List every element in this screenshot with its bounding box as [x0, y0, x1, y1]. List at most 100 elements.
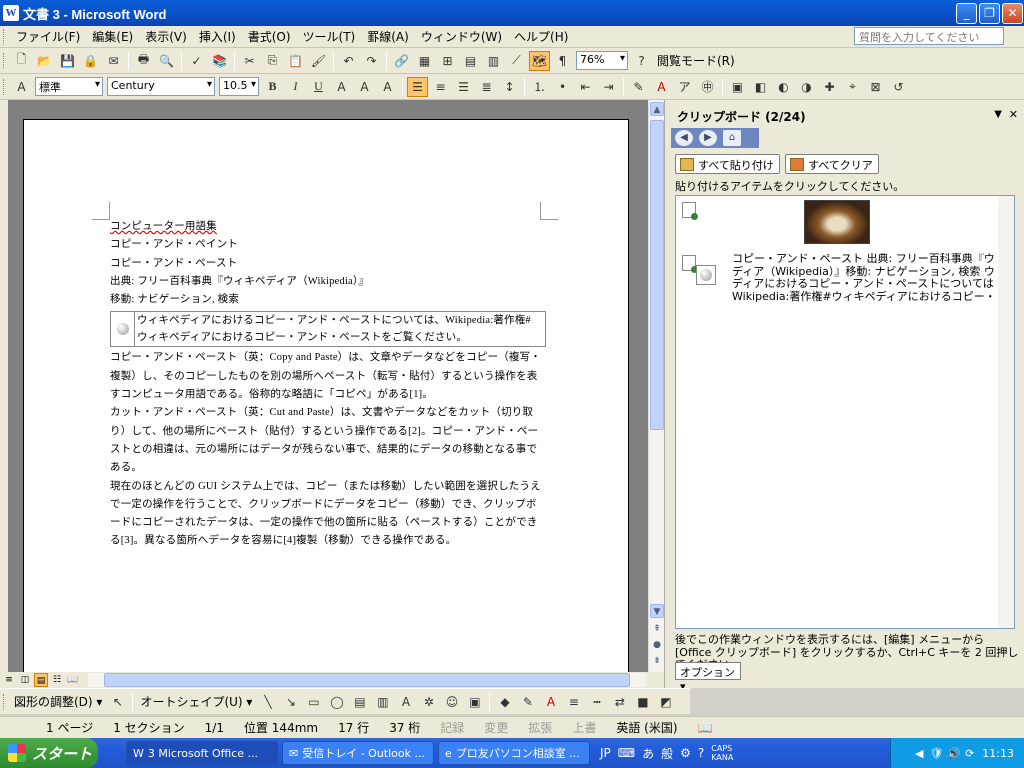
- open-icon[interactable]: 📂: [34, 51, 55, 71]
- phonetic-guide-icon[interactable]: ア: [674, 77, 695, 97]
- reading-mode-button[interactable]: 閲覧モード(R): [653, 52, 739, 69]
- task-word[interactable]: W3 Microsoft Office ...: [126, 741, 278, 765]
- decrease-indent-icon[interactable]: ⇤: [575, 77, 596, 97]
- 3d-icon[interactable]: ◩: [655, 692, 676, 712]
- reading-view-icon[interactable]: 📖: [66, 673, 80, 687]
- paste-all-button[interactable]: すべて貼り付け: [675, 154, 780, 174]
- menu-file[interactable]: ファイル(F): [10, 26, 86, 47]
- shadow-icon[interactable]: ■: [632, 692, 653, 712]
- scroll-thumb[interactable]: [650, 120, 664, 430]
- format-painter-icon[interactable]: 🖌: [308, 51, 329, 71]
- normal-view-icon[interactable]: ≡: [2, 673, 16, 687]
- line-spacing-icon[interactable]: ↕: [499, 77, 520, 97]
- char-shading-icon[interactable]: A: [354, 77, 375, 97]
- dash-style-icon[interactable]: ┅: [586, 692, 607, 712]
- font-color-icon[interactable]: A: [651, 77, 672, 97]
- task-browser[interactable]: e プロ友パソコン相談室 ...: [438, 741, 590, 765]
- minimize-button[interactable]: _: [956, 3, 977, 24]
- toolbar-grip[interactable]: [3, 52, 6, 69]
- task-outlook[interactable]: ✉ 受信トレイ - Outlook ...: [282, 741, 434, 765]
- style-select[interactable]: 標準: [35, 77, 103, 96]
- status-language[interactable]: 英語 (米国): [606, 719, 687, 736]
- char-border-icon[interactable]: A: [331, 77, 352, 97]
- toolbar-grip[interactable]: [3, 693, 6, 710]
- outline-view-icon[interactable]: ☷: [50, 673, 64, 687]
- draw-font-color-icon[interactable]: A: [540, 692, 561, 712]
- keyboard-icon[interactable]: ⌨: [618, 746, 635, 760]
- status-trk[interactable]: 変更: [474, 719, 518, 736]
- toolbar-grip[interactable]: [3, 78, 6, 95]
- line-color-icon[interactable]: ✎: [517, 692, 538, 712]
- italic-icon[interactable]: I: [285, 77, 306, 97]
- bullets-icon[interactable]: •: [552, 77, 573, 97]
- menu-table[interactable]: 罫線(A): [361, 26, 415, 47]
- pane-close-icon[interactable]: ✕: [1009, 108, 1018, 121]
- ime-conversion[interactable]: 般: [661, 745, 673, 762]
- web-layout-icon[interactable]: ◫: [18, 673, 32, 687]
- previous-page-icon[interactable]: ⇞: [650, 622, 664, 636]
- copy-icon[interactable]: ⎘: [262, 51, 283, 71]
- oval-icon[interactable]: ◯: [326, 692, 347, 712]
- wrap-icon[interactable]: ⊠: [865, 77, 886, 97]
- select-objects-icon[interactable]: ↖: [107, 692, 128, 712]
- ime-mode[interactable]: あ: [642, 745, 654, 762]
- menu-grip[interactable]: [3, 28, 6, 45]
- zoom-select[interactable]: 76%: [576, 51, 628, 70]
- tray-volume-icon[interactable]: 🔊: [947, 747, 961, 760]
- horizontal-scrollbar[interactable]: [88, 673, 646, 687]
- numbering-icon[interactable]: ⒈: [529, 77, 550, 97]
- menu-format[interactable]: 書式(O): [242, 26, 297, 47]
- increase-indent-icon[interactable]: ⇥: [598, 77, 619, 97]
- insert-table-icon[interactable]: ⊞: [437, 51, 458, 71]
- char-scaling-icon[interactable]: A: [377, 77, 398, 97]
- bold-icon[interactable]: B: [262, 77, 283, 97]
- align-left-icon[interactable]: ☰: [407, 76, 428, 97]
- enclose-char-icon[interactable]: ㊥: [697, 77, 718, 97]
- draw-adjust-menu[interactable]: 図形の調整(D) ▾: [10, 693, 106, 710]
- tray-update-icon[interactable]: ⟳: [965, 747, 974, 760]
- vertical-textbox-icon[interactable]: ▥: [372, 692, 393, 712]
- clear-all-button[interactable]: すべてクリア: [785, 154, 879, 174]
- reset-icon[interactable]: ↺: [888, 77, 909, 97]
- tray-expand-icon[interactable]: ◀: [915, 747, 923, 760]
- picture-icon[interactable]: ▣: [727, 77, 748, 97]
- menu-help[interactable]: ヘルプ(H): [508, 26, 574, 47]
- wordart-icon[interactable]: A: [395, 692, 416, 712]
- diagram-icon[interactable]: ✲: [418, 692, 439, 712]
- crop-icon[interactable]: ✚: [819, 77, 840, 97]
- undo-icon[interactable]: ↶: [338, 51, 359, 71]
- spelling-icon[interactable]: ✓: [186, 51, 207, 71]
- clipboard-item-image[interactable]: [676, 196, 998, 250]
- hscroll-thumb[interactable]: [104, 673, 630, 687]
- document-map-icon[interactable]: 🗺: [529, 50, 550, 71]
- clock[interactable]: 11:13: [982, 747, 1014, 760]
- underline-icon[interactable]: U: [308, 77, 329, 97]
- rectangle-icon[interactable]: ▭: [303, 692, 324, 712]
- pane-menu-icon[interactable]: ▼: [994, 109, 1002, 120]
- scroll-down-icon[interactable]: ▼: [650, 604, 664, 618]
- help-icon[interactable]: ?: [631, 51, 652, 71]
- options-button[interactable]: オプション ▾: [675, 662, 741, 693]
- save-icon[interactable]: 💾: [57, 51, 78, 71]
- email-icon[interactable]: ✉: [103, 51, 124, 71]
- justify-icon[interactable]: ≣: [476, 77, 497, 97]
- autoshape-menu[interactable]: オートシェイプ(U) ▾: [136, 693, 256, 710]
- insert-excel-icon[interactable]: ▤: [460, 51, 481, 71]
- print-icon[interactable]: 🖶: [133, 51, 154, 71]
- textbox-icon[interactable]: ▤: [349, 692, 370, 712]
- paste-icon[interactable]: 📋: [285, 51, 306, 71]
- hyperlink-icon[interactable]: 🔗: [391, 51, 412, 71]
- menu-window[interactable]: ウィンドウ(W): [415, 26, 508, 47]
- clipart-icon[interactable]: ☺: [441, 692, 462, 712]
- menu-insert[interactable]: 挿入(I): [193, 26, 242, 47]
- word-app-icon[interactable]: W: [3, 5, 19, 21]
- status-ext[interactable]: 拡張: [518, 719, 562, 736]
- font-size-select[interactable]: 10.5: [219, 77, 259, 96]
- print-preview-icon[interactable]: 🔍: [156, 51, 177, 71]
- shape2-icon[interactable]: ◑: [796, 77, 817, 97]
- restore-button[interactable]: ❐: [979, 3, 1000, 24]
- home-icon[interactable]: ⌂: [723, 130, 741, 146]
- align-center-icon[interactable]: ≡: [430, 77, 451, 97]
- columns-icon[interactable]: ▥: [483, 51, 504, 71]
- menu-edit[interactable]: 編集(E): [86, 26, 139, 47]
